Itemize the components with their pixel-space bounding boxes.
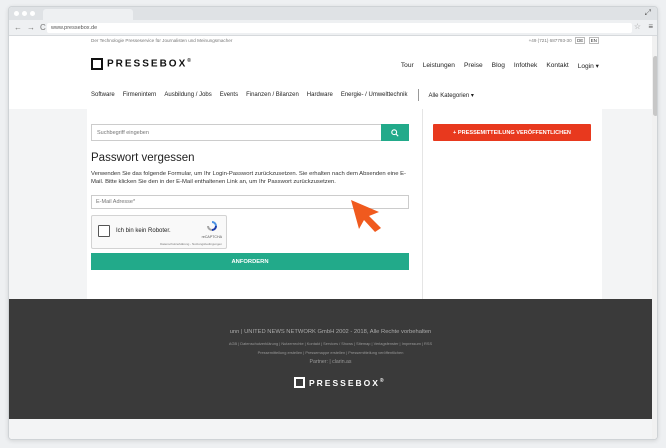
search-icon — [391, 128, 399, 137]
footer-links[interactable]: AGB | Datenschutzerklärung | Nutzerrecht… — [9, 341, 652, 346]
nav-preise[interactable]: Preise — [464, 62, 483, 70]
site-footer: unn | UNITED NEWS NETWORK GmbH 2002 - 20… — [9, 299, 652, 419]
window-dot-icon[interactable] — [14, 11, 19, 16]
nav-infothek[interactable]: Infothek — [514, 62, 537, 70]
cat-divider — [417, 89, 419, 101]
scrollbar-thumb[interactable] — [653, 56, 657, 116]
tagline: Der Technologie Presseservice für Journa… — [91, 38, 233, 43]
cat-firmenintern[interactable]: Firmenintern — [123, 92, 157, 98]
cat-all-dropdown[interactable]: Alle Kategorien ▾ — [429, 92, 474, 99]
browser-window: ⤢ ← → C www.pressebox.de ☆ ≡ Der Technol… — [8, 6, 658, 440]
back-icon[interactable]: ← — [14, 23, 22, 32]
logo-text: PRESSEBOX® — [107, 58, 193, 70]
browser-titlebar: ⤢ — [9, 7, 657, 20]
nav-login[interactable]: Login ▾ — [578, 62, 599, 70]
footer-partner[interactable]: Partner: | clarin.as — [9, 359, 652, 365]
search-input[interactable] — [92, 125, 382, 140]
address-bar[interactable]: www.pressebox.de — [47, 23, 632, 33]
phone-number[interactable]: +49 (721) 687793-30 — [529, 38, 572, 43]
pressebox-logo[interactable]: PRESSEBOX® — [91, 58, 193, 70]
scrollbar[interactable] — [652, 36, 657, 439]
form-description: Verwenden Sie das folgende Formular, um … — [91, 171, 407, 185]
cat-software[interactable]: Software — [91, 92, 115, 98]
category-nav: Software Firmenintern Ausbildung / Jobs … — [91, 88, 599, 102]
nav-blog[interactable]: Blog — [492, 62, 505, 70]
nav-tour[interactable]: Tour — [401, 62, 414, 70]
site-header: PRESSEBOX® Tour Leistungen Preise Blog I… — [91, 56, 599, 76]
bookmark-star-icon[interactable]: ☆ — [634, 22, 641, 31]
recaptcha-checkbox[interactable] — [98, 225, 110, 237]
recaptcha-widget: Ich bin kein Roboter. reCAPTCHA Datensch… — [91, 215, 227, 249]
footer-links-secondary[interactable]: Pressemitteilung erstellen | Pressemappe… — [9, 350, 652, 355]
browser-tab[interactable] — [43, 9, 133, 20]
main-nav: Tour Leistungen Preise Blog Infothek Kon… — [401, 62, 599, 70]
window-dot-icon[interactable] — [30, 11, 35, 16]
recaptcha-terms[interactable]: Datenschutzerklärung - Nutzungsbedingung… — [160, 242, 222, 246]
resize-icon[interactable]: ⤢ — [645, 8, 651, 18]
page-title: Passwort vergessen — [91, 152, 195, 164]
topbar-right: +49 (721) 687793-30 DE EN — [529, 37, 599, 44]
browser-toolbar: ← → C www.pressebox.de ☆ ≡ — [9, 20, 657, 36]
recaptcha-label: Ich bin kein Roboter. — [116, 228, 171, 234]
pointer-arrow-icon — [351, 200, 381, 232]
recaptcha-brand: reCAPTCHA — [201, 235, 222, 239]
footer-logo[interactable]: PRESSEBOX® — [294, 377, 386, 388]
cat-ausbildung[interactable]: Ausbildung / Jobs — [164, 92, 211, 98]
nav-leistungen[interactable]: Leistungen — [423, 62, 455, 70]
lang-en[interactable]: EN — [588, 37, 599, 44]
bottom-strip — [9, 419, 652, 439]
search-button[interactable] — [381, 124, 409, 141]
logo-box-icon — [91, 58, 103, 70]
topbar: Der Technologie Presseservice für Journa… — [91, 37, 599, 44]
footer-copyright: unn | UNITED NEWS NETWORK GmbH 2002 - 20… — [229, 329, 432, 335]
forward-icon[interactable]: → — [27, 23, 35, 32]
cat-finanzen[interactable]: Finanzen / Bilanzen — [246, 92, 299, 98]
nav-kontakt[interactable]: Kontakt — [546, 62, 568, 70]
cat-energie[interactable]: Energie- / Umwelttechnik — [341, 92, 408, 98]
window-dot-icon[interactable] — [22, 11, 27, 16]
browser-menu-icon[interactable]: ≡ — [648, 22, 653, 31]
submit-button[interactable]: ANFORDERN — [91, 253, 409, 270]
reload-icon[interactable]: C — [40, 23, 46, 32]
lang-de[interactable]: DE — [574, 37, 586, 44]
footer-logo-text: PRESSEBOX® — [309, 377, 386, 388]
page-viewport: Der Technologie Presseservice für Journa… — [9, 36, 657, 439]
logo-box-icon — [294, 377, 305, 388]
cat-hardware[interactable]: Hardware — [307, 92, 333, 98]
recaptcha-logo-icon — [207, 221, 217, 231]
publish-press-release-button[interactable]: + PRESSEMITTEILUNG VERÖFFENTLICHEN — [433, 124, 591, 141]
search-bar — [91, 124, 409, 141]
cat-events[interactable]: Events — [220, 92, 238, 98]
